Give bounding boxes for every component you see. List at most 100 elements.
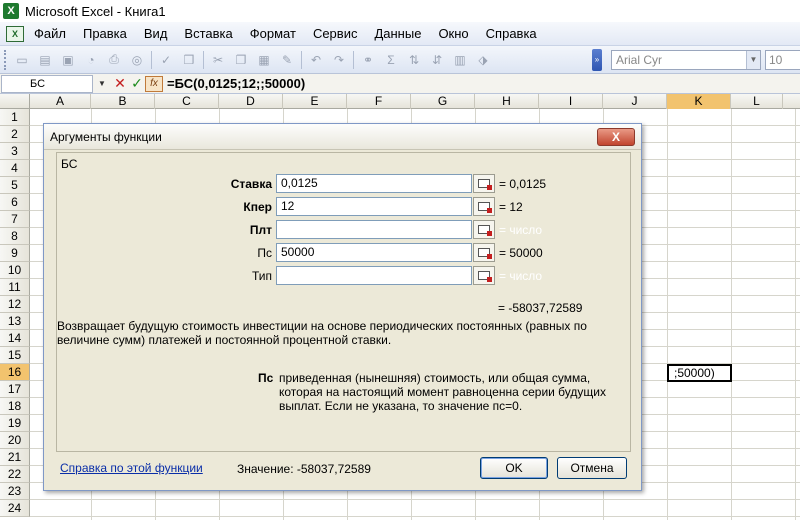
row-header[interactable]: 20	[0, 432, 30, 449]
row-header[interactable]: 12	[0, 296, 30, 313]
arg-input-nper[interactable]: 12	[276, 197, 472, 216]
name-box-dropdown-icon[interactable]: ▼	[95, 79, 109, 88]
active-cell[interactable]: ;50000)	[667, 364, 732, 382]
row-header[interactable]: 17	[0, 381, 30, 398]
copy-icon[interactable]: ❐	[232, 51, 250, 69]
close-button[interactable]: X	[597, 128, 635, 146]
column-header[interactable]: C	[155, 94, 219, 109]
new-document-icon[interactable]: ▭	[13, 51, 31, 69]
permission-icon[interactable]: ◔	[82, 51, 100, 69]
row-header[interactable]: 23	[0, 483, 30, 500]
collapse-dialog-icon[interactable]	[473, 197, 495, 216]
redo-icon[interactable]: ↷	[330, 51, 348, 69]
select-all-corner[interactable]	[0, 94, 30, 109]
row-header[interactable]: 22	[0, 466, 30, 483]
print-preview-icon[interactable]: ◎	[128, 51, 146, 69]
row-header[interactable]: 2	[0, 126, 30, 143]
column-header-active[interactable]: K	[667, 94, 731, 109]
column-header[interactable]: A	[30, 94, 91, 109]
workbook-icon[interactable]: X	[6, 25, 24, 42]
menu-edit[interactable]: Правка	[83, 26, 127, 41]
arg-input-type[interactable]	[276, 266, 472, 285]
row-header[interactable]: 10	[0, 262, 30, 279]
menu-help[interactable]: Справка	[486, 26, 537, 41]
collapse-dialog-icon[interactable]	[473, 266, 495, 285]
row-header[interactable]: 18	[0, 398, 30, 415]
format-painter-icon[interactable]: ✎	[278, 51, 296, 69]
cut-icon[interactable]: ✂	[209, 51, 227, 69]
font-name-select[interactable]: Arial Cyr ▼	[611, 50, 761, 70]
row-header[interactable]: 11	[0, 279, 30, 296]
undo-icon[interactable]: ↶	[307, 51, 325, 69]
collapse-dialog-icon[interactable]	[473, 243, 495, 262]
arg-label-pv: Пс	[257, 246, 272, 260]
dialog-title-bar[interactable]: Аргументы функции	[44, 124, 641, 150]
row-header[interactable]: 13	[0, 313, 30, 330]
open-folder-icon[interactable]: ▤	[36, 51, 54, 69]
sort-descending-icon[interactable]: ⇵	[428, 51, 446, 69]
drawing-icon[interactable]: ⬗	[474, 51, 492, 69]
row-header[interactable]: 8	[0, 228, 30, 245]
print-icon[interactable]: ⎙	[105, 51, 123, 69]
column-header[interactable]: B	[91, 94, 155, 109]
cancel-button[interactable]: Отмена	[557, 457, 627, 479]
chart-wizard-icon[interactable]: ▥	[451, 51, 469, 69]
column-header[interactable]: L	[731, 94, 783, 109]
standard-toolbar: ▭ ▤ ▣ ◔ ⎙ ◎ ✓ ❒ ✂ ❐ ▦ ✎ ↶ ↷ ⚭ Σ ⇅ ⇵ ▥ ⬗ …	[0, 46, 800, 74]
row-header[interactable]: 5	[0, 177, 30, 194]
title-bar: X Microsoft Excel - Книга1	[0, 0, 800, 22]
row-header-active[interactable]: 16	[0, 364, 30, 381]
column-header[interactable]: G	[411, 94, 475, 109]
menu-file[interactable]: Файл	[34, 26, 66, 41]
insert-function-icon[interactable]: fx	[145, 75, 163, 92]
research-icon[interactable]: ❒	[180, 51, 198, 69]
toolbar-options-icon[interactable]: »	[592, 49, 602, 71]
font-size-select[interactable]: 10	[765, 50, 800, 70]
row-header[interactable]: 15	[0, 347, 30, 364]
toolbar-grip[interactable]	[4, 49, 8, 70]
chevron-down-icon[interactable]: ▼	[746, 51, 760, 69]
row-header[interactable]: 7	[0, 211, 30, 228]
arg-input-rate[interactable]: 0,0125	[276, 174, 472, 193]
menu-data[interactable]: Данные	[374, 26, 421, 41]
menu-tools[interactable]: Сервис	[313, 26, 358, 41]
formula-input[interactable]: =БС(0,0125;12;;50000)	[167, 76, 305, 91]
row-header[interactable]: 19	[0, 415, 30, 432]
arg-input-pmt[interactable]	[276, 220, 472, 239]
autosum-icon[interactable]: Σ	[382, 51, 400, 69]
column-header[interactable]: I	[539, 94, 603, 109]
row-header[interactable]: 9	[0, 245, 30, 262]
sort-ascending-icon[interactable]: ⇅	[405, 51, 423, 69]
collapse-dialog-icon[interactable]	[473, 174, 495, 193]
ok-button[interactable]: OK	[480, 457, 548, 479]
row-header[interactable]: 24	[0, 500, 30, 517]
row-header[interactable]: 1	[0, 109, 30, 126]
column-header[interactable]: D	[219, 94, 283, 109]
menu-format[interactable]: Формат	[250, 26, 296, 41]
column-header[interactable]: F	[347, 94, 411, 109]
cancel-formula-icon[interactable]: ✕	[111, 75, 129, 92]
row-header[interactable]: 4	[0, 160, 30, 177]
help-on-function-link[interactable]: Справка по этой функции	[60, 461, 203, 475]
menu-view[interactable]: Вид	[144, 26, 168, 41]
paste-icon[interactable]: ▦	[255, 51, 273, 69]
arg-input-pv[interactable]: 50000	[276, 243, 472, 262]
column-header[interactable]: E	[283, 94, 347, 109]
enter-formula-icon[interactable]: ✓	[129, 75, 145, 92]
save-icon[interactable]: ▣	[59, 51, 77, 69]
dialog-title: Аргументы функции	[50, 129, 162, 144]
collapse-dialog-icon[interactable]	[473, 220, 495, 239]
hyperlink-icon[interactable]: ⚭	[359, 51, 377, 69]
arg-result-pv: = 50000	[499, 246, 543, 260]
row-header[interactable]: 6	[0, 194, 30, 211]
row-header[interactable]: 3	[0, 143, 30, 160]
row-header[interactable]: 21	[0, 449, 30, 466]
column-header[interactable]: H	[475, 94, 539, 109]
spelling-icon[interactable]: ✓	[157, 51, 175, 69]
column-headers: A B C D E F G H I J K L	[0, 94, 800, 109]
column-header[interactable]: J	[603, 94, 667, 109]
menu-insert[interactable]: Вставка	[184, 26, 232, 41]
name-box[interactable]: БС	[1, 74, 93, 93]
menu-window[interactable]: Окно	[438, 26, 468, 41]
row-header[interactable]: 14	[0, 330, 30, 347]
